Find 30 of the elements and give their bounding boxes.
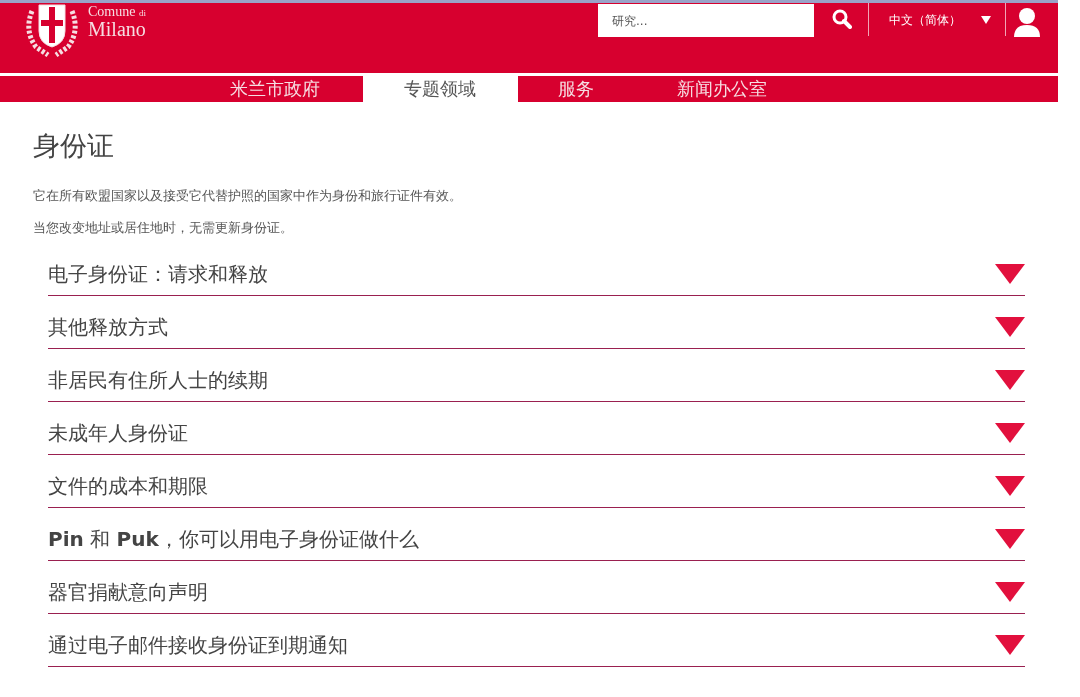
triangle-icon xyxy=(995,317,1025,338)
logo-text: Comune di xyxy=(88,5,146,19)
user-icon[interactable] xyxy=(1014,7,1040,37)
accordion-header[interactable]: 电子身份证：请求和释放 xyxy=(48,243,1025,297)
paragraph: 当您改变地址或居住地时，无需更新身份证。 xyxy=(33,218,294,237)
search-icon[interactable] xyxy=(832,9,852,29)
nav-tab[interactable]: 新闻办公室 xyxy=(676,76,767,102)
triangle-icon xyxy=(995,635,1025,656)
accordion-header[interactable]: 文件的成本和期限 xyxy=(48,455,1025,509)
page-title: 身份证 xyxy=(33,130,115,163)
triangle-icon xyxy=(995,264,1025,285)
accordion-header[interactable]: 非居民有住所人士的续期 xyxy=(48,349,1025,403)
search-field[interactable]: 研究... xyxy=(598,4,814,37)
accordion-header[interactable]: 器官捐献意向声明 xyxy=(48,561,1025,615)
triangle-icon xyxy=(995,582,1025,603)
nav-tab[interactable]: 米兰市政府 xyxy=(230,76,320,102)
language-selector[interactable]: 中文（简体） xyxy=(869,3,1005,36)
triangle-icon xyxy=(995,370,1025,391)
paragraph: 它在所有欧盟国家以及接受它代替护照的国家中作为身份和旅行证件有效。 xyxy=(33,187,463,206)
accordion-header[interactable]: 通过电子邮件接收身份证到期通知 xyxy=(48,614,1025,668)
triangle-icon xyxy=(995,423,1025,444)
triangle-icon xyxy=(995,529,1025,550)
triangle-icon xyxy=(995,476,1025,497)
caret-icon xyxy=(981,15,991,24)
accordion-header[interactable]: 未成年人身份证 xyxy=(48,402,1025,456)
nav-tab[interactable]: 专题领域 xyxy=(362,76,518,102)
nav-tab[interactable]: 服务 xyxy=(557,76,594,102)
logo-text: Milano xyxy=(88,19,146,39)
accordion-header[interactable]: 其他释放方式 xyxy=(48,296,1025,350)
accordion-header[interactable]: Pin 和 Puk，你可以用电子身份证做什么 xyxy=(48,508,1025,562)
